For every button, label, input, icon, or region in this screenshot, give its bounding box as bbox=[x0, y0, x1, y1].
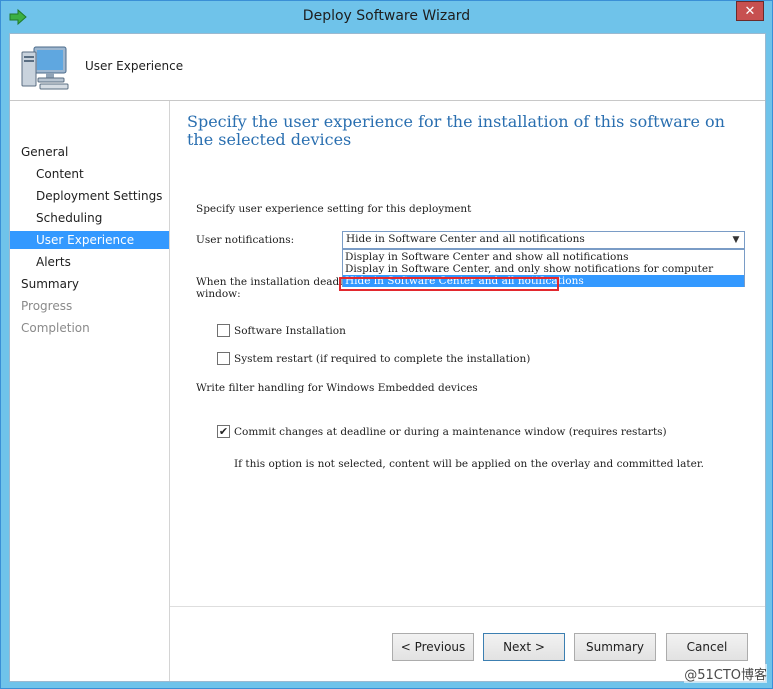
footer-divider bbox=[170, 606, 765, 607]
close-button[interactable]: ✕ bbox=[736, 1, 764, 21]
wizard-window: Deploy Software Wizard ✕ User Experience… bbox=[0, 0, 773, 689]
window-title: Deploy Software Wizard bbox=[302, 8, 471, 24]
notifications-select[interactable]: Hide in Software Center and all notifica… bbox=[342, 231, 745, 249]
cancel-button[interactable]: Cancel bbox=[666, 633, 748, 661]
nav-item-alerts[interactable]: Alerts bbox=[10, 253, 169, 271]
content-pane: Specify the user experience for the inst… bbox=[170, 101, 765, 681]
nav-item-scheduling[interactable]: Scheduling bbox=[10, 209, 169, 227]
software-installation-checkbox[interactable] bbox=[217, 324, 230, 337]
software-installation-label[interactable]: Software Installation bbox=[234, 325, 346, 337]
page-title: User Experience bbox=[85, 59, 184, 73]
section-label: Specify user experience setting for this… bbox=[196, 203, 472, 215]
system-restart-label[interactable]: System restart (if required to complete … bbox=[234, 353, 530, 365]
deadline-label: When the installation deadline bbox=[196, 276, 342, 288]
dropdown-option-show-all[interactable]: Display in Software Center and show all … bbox=[343, 251, 744, 263]
commit-changes-label[interactable]: Commit changes at deadline or during a m… bbox=[234, 426, 667, 438]
dropdown-option-restarts-only[interactable]: Display in Software Center, and only sho… bbox=[343, 263, 744, 287]
page-heading: Specify the user experience for the inst… bbox=[187, 112, 725, 149]
nav-item-summary[interactable]: Summary bbox=[10, 275, 169, 293]
nav-item-user-experience[interactable]: User Experience bbox=[10, 231, 169, 249]
notifications-select-value: Hide in Software Center and all notifica… bbox=[346, 233, 585, 245]
wizard-nav: General Content Deployment Settings Sche… bbox=[10, 101, 170, 681]
watermark: @51CTO博客 bbox=[684, 664, 767, 683]
system-restart-checkbox[interactable] bbox=[217, 352, 230, 365]
notifications-label: User notifications: bbox=[196, 234, 295, 246]
nav-item-deployment-settings[interactable]: Deployment Settings bbox=[10, 187, 169, 205]
nav-item-general[interactable]: General bbox=[10, 143, 169, 161]
computer-icon bbox=[21, 46, 69, 90]
summary-button[interactable]: Summary bbox=[574, 633, 656, 661]
nav-item-completion: Completion bbox=[21, 321, 90, 335]
wizard-header: User Experience bbox=[10, 34, 765, 101]
write-filter-label: Write filter handling for Windows Embedd… bbox=[196, 382, 478, 394]
title-bar[interactable]: Deploy Software Wizard ✕ bbox=[1, 1, 772, 33]
commit-changes-checkbox[interactable]: ✔ bbox=[217, 425, 230, 438]
highlight-annotation bbox=[339, 277, 559, 291]
commit-note: If this option is not selected, content … bbox=[234, 458, 705, 470]
deadline-label-cont: window: bbox=[196, 288, 241, 300]
chevron-down-icon[interactable]: ▼ bbox=[728, 232, 744, 248]
wizard-client-area: User Experience General Content Deployme… bbox=[9, 33, 766, 682]
nav-item-content[interactable]: Content bbox=[10, 165, 169, 183]
previous-button[interactable]: < Previous bbox=[392, 633, 474, 661]
next-button[interactable]: Next > bbox=[483, 633, 565, 661]
nav-item-progress: Progress bbox=[21, 299, 73, 313]
checkmark-icon: ✔ bbox=[218, 425, 229, 438]
